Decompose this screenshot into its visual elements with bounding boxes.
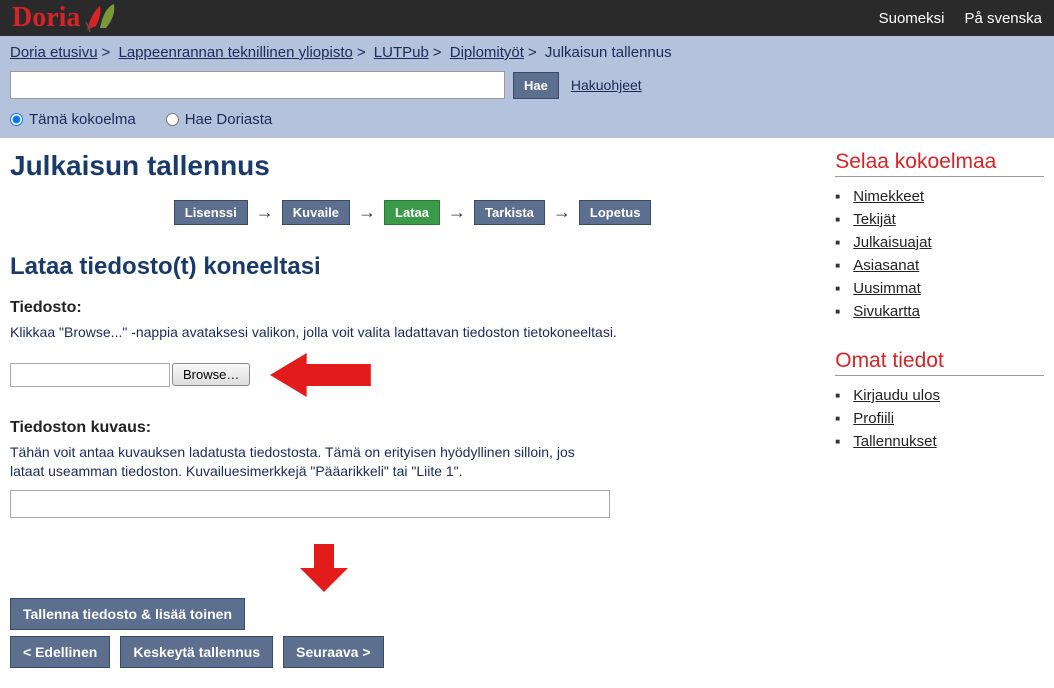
previous-button[interactable]: < Edellinen — [10, 636, 110, 668]
radio-all-input[interactable] — [166, 113, 179, 126]
sidebar-link-subjects[interactable]: Asiasanat — [853, 257, 919, 274]
cancel-button[interactable]: Keskeytä tallennus — [120, 636, 273, 668]
arrow-right-icon: → — [358, 202, 376, 223]
description-label: Tiedoston kuvaus: — [10, 419, 815, 437]
red-arrow-left-icon — [270, 351, 380, 399]
step-license[interactable]: Lisenssi — [174, 200, 248, 225]
sidebar-link-recent[interactable]: Uusimmat — [853, 280, 921, 297]
radio-this-collection[interactable]: Tämä kokoelma — [10, 111, 136, 128]
sidebar-link-sitemap[interactable]: Sivukartta — [853, 303, 920, 320]
lang-sv-link[interactable]: På svenska — [964, 10, 1042, 27]
breadcrumb: Doria etusivu> Lappeenrannan teknillinen… — [10, 44, 1044, 61]
step-trail: Lisenssi → Kuvaile → Lataa → Tarkista → … — [10, 200, 815, 225]
sidebar-item: Uusimmat — [853, 277, 1044, 300]
language-switcher: Suomeksi På svenska — [879, 10, 1042, 27]
breadcrumb-link[interactable]: Lappeenrannan teknillinen yliopisto — [118, 44, 352, 61]
sidebar-item: Asiasanat — [853, 254, 1044, 277]
sidebar-link-logout[interactable]: Kirjaudu ulos — [853, 387, 940, 404]
sidebar-link-profile[interactable]: Profiili — [853, 410, 894, 427]
breadcrumb-link[interactable]: Diplomityöt — [450, 44, 524, 61]
sidebar-item: Profiili — [853, 407, 1044, 430]
sidebar-link-titles[interactable]: Nimekkeet — [853, 188, 924, 205]
arrow-right-icon: → — [553, 202, 571, 223]
file-label: Tiedosto: — [10, 299, 815, 317]
file-input-row: Browse… — [10, 351, 815, 399]
step-finish[interactable]: Lopetus — [579, 200, 652, 225]
search-help-link[interactable]: Hakuohjeet — [571, 77, 642, 93]
sidebar-item: Tekijät — [853, 208, 1044, 231]
sidebar: Selaa kokoelmaa Nimekkeet Tekijät Julkai… — [835, 150, 1044, 668]
red-arrow-down-icon — [300, 544, 348, 592]
sidebar-account-heading: Omat tiedot — [835, 349, 1044, 376]
sidebar-browse-heading: Selaa kokoelmaa — [835, 150, 1044, 177]
radio-all-doria[interactable]: Hae Doriasta — [166, 111, 273, 128]
leaf-icon — [82, 2, 122, 34]
page-title: Julkaisun tallennus — [10, 150, 815, 182]
section-title: Lataa tiedosto(t) koneeltasi — [10, 253, 815, 281]
logo-text: Doria — [12, 2, 80, 34]
search-button[interactable]: Hae — [513, 72, 559, 99]
file-path-input[interactable] — [10, 363, 170, 387]
breadcrumb-link[interactable]: Doria etusivu — [10, 44, 98, 61]
radio-this-input[interactable] — [10, 113, 23, 126]
step-describe[interactable]: Kuvaile — [282, 200, 350, 225]
sidebar-item: Tallennukset — [853, 430, 1044, 453]
sidebar-item: Julkaisuajat — [853, 231, 1044, 254]
search-row: Hae Hakuohjeet — [10, 71, 1044, 99]
sidebar-browse-list: Nimekkeet Tekijät Julkaisuajat Asiasanat… — [835, 185, 1044, 323]
topbar: Doria Suomeksi På svenska — [0, 0, 1054, 36]
sidebar-item: Nimekkeet — [853, 185, 1044, 208]
sidebar-item: Kirjaudu ulos — [853, 384, 1044, 407]
arrow-right-icon: → — [256, 202, 274, 223]
sidebar-link-authors[interactable]: Tekijät — [853, 211, 896, 228]
file-help-text: Klikkaa "Browse..." -nappia avataksesi v… — [10, 323, 660, 343]
sidebar-account-list: Kirjaudu ulos Profiili Tallennukset — [835, 384, 1044, 453]
search-input[interactable] — [10, 71, 505, 99]
main-content: Julkaisun tallennus Lisenssi → Kuvaile →… — [10, 150, 815, 668]
step-upload[interactable]: Lataa — [384, 200, 440, 225]
next-button[interactable]: Seuraava > — [283, 636, 383, 668]
subheader: Doria etusivu> Lappeenrannan teknillinen… — [0, 36, 1054, 138]
breadcrumb-link[interactable]: LUTPub — [374, 44, 429, 61]
nav-button-row: < Edellinen Keskeytä tallennus Seuraava … — [10, 636, 815, 668]
save-add-button[interactable]: Tallenna tiedosto & lisää toinen — [10, 598, 245, 630]
browse-button[interactable]: Browse… — [172, 363, 250, 386]
sidebar-item: Sivukartta — [853, 300, 1044, 323]
description-input[interactable] — [10, 490, 610, 518]
step-verify[interactable]: Tarkista — [474, 200, 545, 225]
logo[interactable]: Doria — [12, 2, 122, 34]
lang-fi-link[interactable]: Suomeksi — [879, 10, 945, 27]
sidebar-link-submissions[interactable]: Tallennukset — [853, 433, 936, 450]
search-scope: Tämä kokoelma Hae Doriasta — [10, 111, 1044, 128]
breadcrumb-current: Julkaisun tallennus — [545, 44, 672, 61]
sidebar-link-dates[interactable]: Julkaisuajat — [853, 234, 931, 251]
arrow-right-icon: → — [448, 202, 466, 223]
description-help-text: Tähän voit antaa kuvauksen ladatusta tie… — [10, 443, 610, 482]
